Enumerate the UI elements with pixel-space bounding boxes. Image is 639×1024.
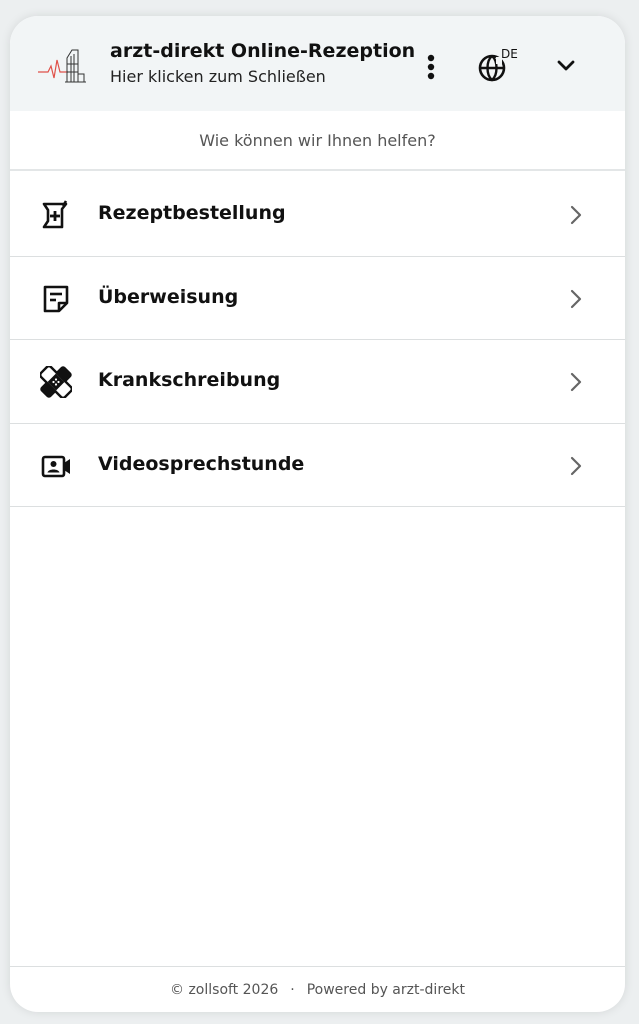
chevron-right-icon — [570, 372, 582, 392]
option-label: Überweisung — [98, 285, 239, 308]
option-ueberweisung[interactable]: Überweisung — [10, 257, 625, 340]
widget-subtitle: Hier klicken zum Schließen — [110, 67, 326, 86]
prescription-icon — [42, 200, 68, 229]
option-label: Rezeptbestellung — [98, 202, 286, 224]
reception-widget: arzt-direkt Online-Rezeption Hier klicke… — [10, 16, 625, 1012]
footer-separator: · — [290, 981, 295, 998]
copyright-text: © zollsoft 2026 — [170, 981, 279, 998]
powered-by-link[interactable]: Powered by arzt-direkt — [307, 982, 465, 998]
bandage-icon — [40, 366, 72, 398]
video-contact-icon — [41, 455, 70, 477]
widget-footer: © zollsoft 2026 · Powered by arzt-direkt — [10, 966, 625, 1012]
widget-header[interactable]: arzt-direkt Online-Rezeption Hier klicke… — [10, 16, 625, 111]
chevron-right-icon — [570, 456, 582, 475]
option-label: Videosprechstunde — [98, 452, 305, 475]
option-rezeptbestellung[interactable]: Rezeptbestellung — [10, 173, 625, 257]
language-button[interactable]: DE — [476, 44, 526, 86]
pulse-building-logo — [38, 49, 86, 83]
option-krankschreibung[interactable]: Krankschreibung — [10, 340, 625, 424]
chevron-down-icon — [557, 60, 575, 71]
more-menu-button[interactable] — [418, 50, 444, 84]
option-label: Krankschreibung — [98, 369, 281, 391]
option-videosprechstunde[interactable]: Videosprechstunde — [10, 424, 625, 507]
chevron-right-icon — [570, 289, 582, 308]
help-question: Wie können wir Ihnen helfen? — [10, 111, 625, 171]
collapse-button[interactable] — [552, 52, 580, 80]
widget-title: arzt-direkt Online-Rezeption — [110, 40, 416, 62]
chevron-right-icon — [570, 205, 582, 225]
more-vert-icon — [427, 54, 435, 80]
service-options: Rezeptbestellung Überweisung Krankschrei… — [10, 173, 625, 507]
sticky-note-icon — [43, 285, 69, 312]
language-code: DE — [501, 47, 518, 61]
